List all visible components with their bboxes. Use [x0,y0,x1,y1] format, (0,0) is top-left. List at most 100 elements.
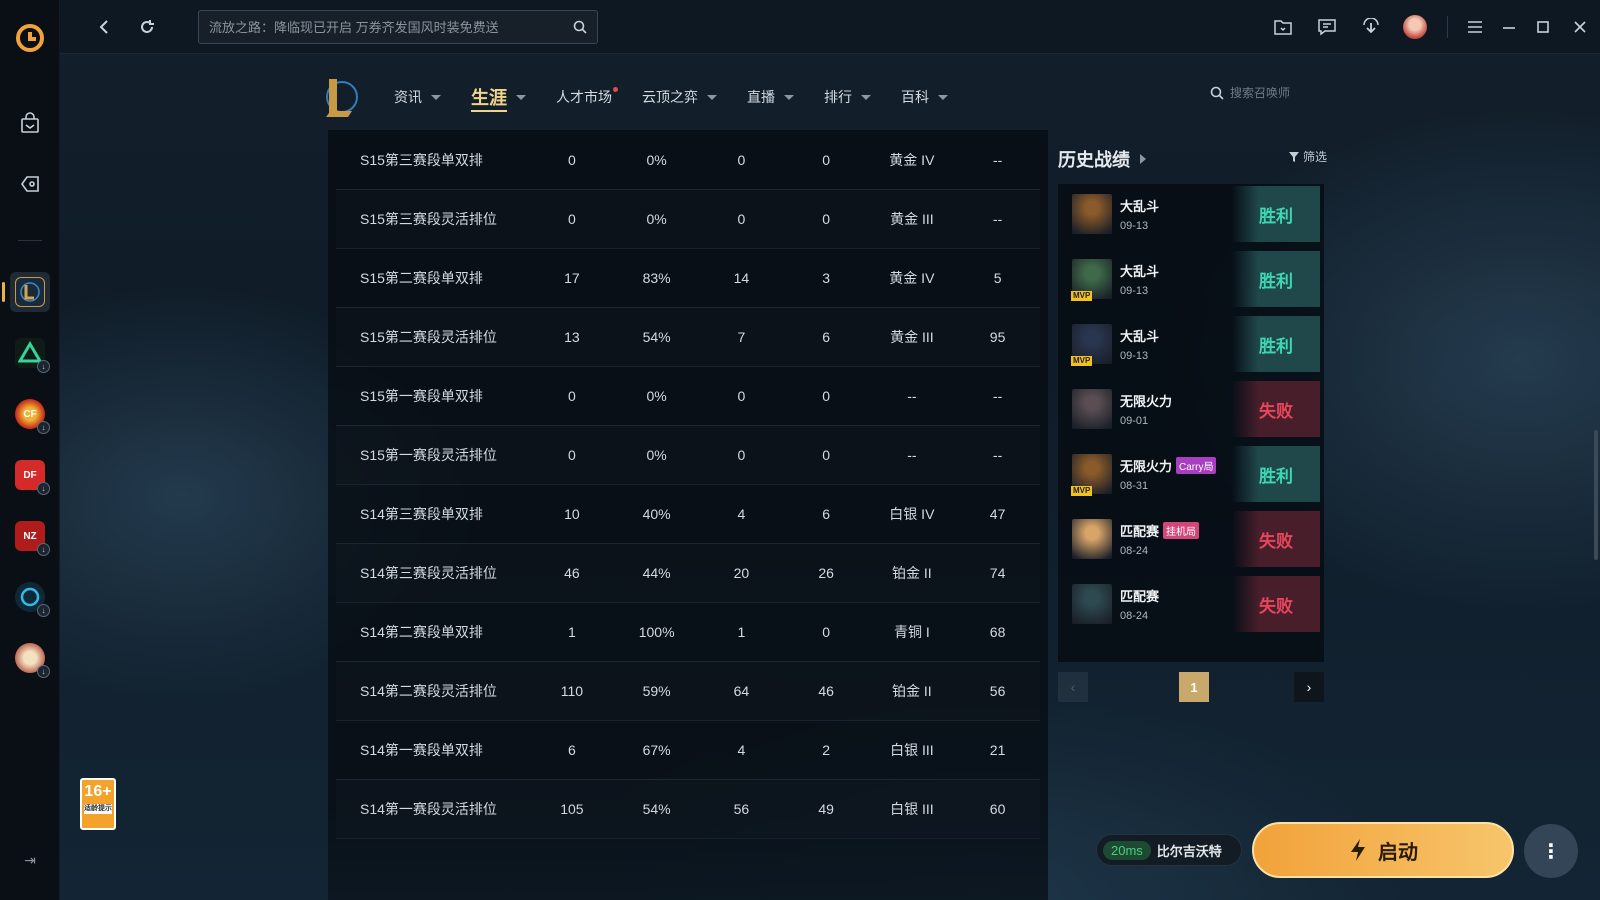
filter-icon [1289,151,1299,162]
ring-game-icon: ↓ [15,582,50,617]
lol-logo-icon[interactable] [320,75,360,119]
tab-tft[interactable]: 云顶之弈 [642,82,717,112]
history-title[interactable]: 历史战绩 [1058,146,1146,172]
match-item[interactable]: MVP 无限火力 Carry局 08-31 胜利 [1062,444,1320,504]
prev-page-button[interactable]: ‹ [1058,672,1088,702]
match-info: 匹配赛 挂机局 08-24 [1120,521,1240,557]
server-selector[interactable]: 20ms 比尔吉沃特 [1096,834,1242,866]
rank-tier: 白银 III [890,800,934,817]
download-badge-icon: ↓ [37,665,50,678]
close-icon[interactable] [1560,0,1600,54]
games-count: 1 [567,623,576,640]
tab-career[interactable]: 生涯 [471,82,526,112]
win-rate: 59% [642,682,671,699]
tab-ranking[interactable]: 排行 [824,82,871,112]
chevron-down-icon [784,94,794,100]
rail-game-dnf[interactable]: DF ↓ [10,455,50,495]
summoner-search-input[interactable] [1230,86,1310,100]
global-search[interactable] [198,10,598,44]
search-icon[interactable] [573,20,587,34]
games-count: 13 [564,328,580,345]
wegame-logo-icon[interactable] [14,22,46,54]
losses-count: 2 [822,741,831,758]
history-pager: ‹ 1 › [1058,672,1324,702]
league-points: 60 [989,800,1006,817]
win-rate: 0% [646,446,667,463]
games-count: 0 [567,446,576,463]
rail-game-nz[interactable]: NZ ↓ [10,516,50,556]
menu-icon[interactable] [1458,0,1492,54]
nz-game-icon: NZ ↓ [15,521,50,556]
kart-game-icon: ↓ [15,643,50,678]
win-rate: 83% [642,269,671,286]
games-count: 105 [560,800,584,817]
page-number[interactable]: 1 [1179,672,1209,702]
match-result: 胜利 [1232,186,1320,242]
next-page-button[interactable]: › [1294,672,1324,702]
season-name: S14第二赛段灵活排位 [360,682,497,699]
match-item[interactable]: 匹配赛 08-24 失败 [1062,574,1320,634]
rail-game-circle[interactable]: ↓ [10,577,50,617]
tab-wiki[interactable]: 百科 [901,82,948,112]
champion-portrait [1072,194,1112,234]
user-avatar[interactable] [1393,0,1437,54]
age-rating-badge[interactable]: 16+ 适龄提示 [80,778,116,830]
wins-count: 0 [737,210,746,227]
download-manager-icon[interactable] [1349,0,1393,54]
search-icon[interactable] [1210,86,1224,100]
match-info: 大乱斗 09-13 [1120,326,1240,362]
minimize-icon[interactable] [1492,0,1526,54]
table-row: S15第二赛段单双排 17 83% 14 3 黄金 IV 5 [336,248,1040,308]
match-item[interactable]: 匹配赛 挂机局 08-24 失败 [1062,509,1320,569]
tab-news[interactable]: 资讯 [394,82,441,112]
match-mode: 无限火力 Carry局 [1120,456,1240,475]
tag-icon[interactable] [10,164,50,204]
back-icon[interactable] [92,14,118,40]
win-rate: 100% [638,623,675,640]
match-mode-text: 大乱斗 [1120,199,1160,214]
refresh-icon[interactable] [134,14,160,40]
expand-rail-icon[interactable]: ⇥ [20,852,40,872]
more-options-button[interactable]: ⋮ [1524,824,1578,878]
tab-label: 生涯 [471,88,507,108]
match-item[interactable]: 无限火力 09-01 失败 [1062,379,1320,439]
summoner-search[interactable] [1210,86,1310,100]
rail-game-kart[interactable]: ↓ [10,638,50,678]
maximize-icon[interactable] [1526,0,1560,54]
page-scrollbar[interactable] [1594,430,1598,560]
ping-value: 20ms [1103,840,1151,860]
rail-game-valorant-like[interactable]: ↓ [10,333,50,373]
season-name: S15第三赛段灵活排位 [360,210,497,227]
champion-portrait [1072,519,1112,559]
match-item[interactable]: MVP 大乱斗 09-13 胜利 [1062,249,1320,309]
rail-game-lol[interactable] [2,272,50,312]
dnf-game-icon: DF ↓ [15,460,50,495]
match-item[interactable]: MVP 大乱斗 09-13 胜利 [1062,314,1320,374]
win-rate: 44% [642,564,671,581]
season-name: S15第三赛段单双排 [360,151,483,168]
games-count: 46 [564,564,580,581]
folder-icon[interactable] [1261,0,1305,54]
lol-subnav: 资讯 生涯 人才市场 云顶之弈 直播 排行 百科 [320,72,1330,122]
season-name: S15第二赛段单双排 [360,269,483,286]
launch-button[interactable]: 启动 [1252,822,1514,878]
rail-game-cf[interactable]: CF ↓ [10,394,50,434]
match-date: 08-24 [1120,545,1149,557]
triangle-game-icon: ↓ [15,338,50,373]
tab-live[interactable]: 直播 [747,82,794,112]
global-search-input[interactable] [209,19,573,35]
league-points: -- [992,210,1003,227]
games-count: 17 [564,269,580,286]
store-icon[interactable] [10,104,50,144]
filter-button[interactable]: 筛选 [1288,148,1327,165]
tab-talent-market[interactable]: 人才市场 [556,82,618,112]
win-rate: 0% [646,151,667,168]
table-row: S14第三赛段单双排 10 40% 4 6 白银 IV 47 [336,484,1040,544]
launch-label: 启动 [1378,841,1418,864]
match-info: 大乱斗 09-13 [1120,196,1240,232]
window-controls [1261,0,1600,54]
match-mode-text: 大乱斗 [1120,329,1160,344]
message-icon[interactable] [1305,0,1349,54]
table-row: S15第三赛段单双排 0 0% 0 0 黄金 IV -- [336,130,1040,190]
match-item[interactable]: 大乱斗 09-13 胜利 [1062,184,1320,244]
